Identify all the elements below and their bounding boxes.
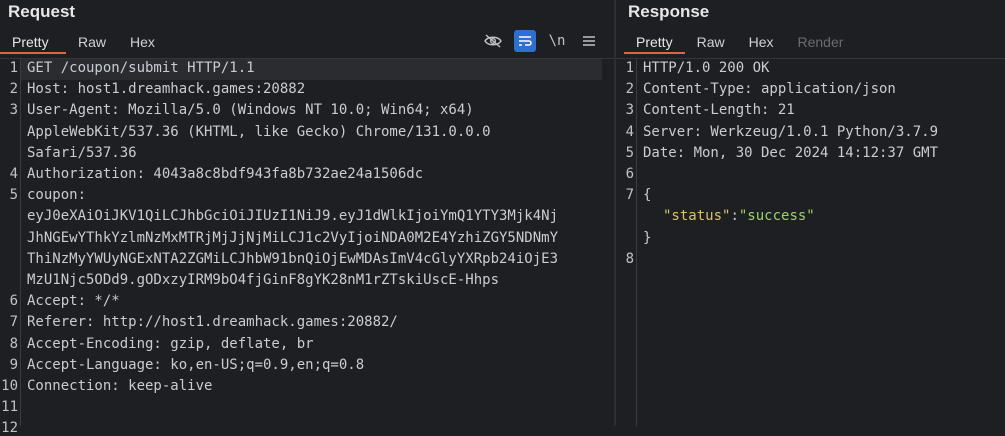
line-number: 6 bbox=[9, 293, 18, 310]
response-tab-hex[interactable]: Hex bbox=[737, 32, 786, 54]
wrap-lines-icon[interactable] bbox=[514, 30, 536, 52]
code-line: ThiNzMyYWUyNGExNTA2ZGMiLCJhbW91bnQiOjEwM… bbox=[27, 250, 559, 267]
code-line: User-Agent: Mozilla/5.0 (Windows NT 10.0… bbox=[27, 102, 474, 119]
request-editor[interactable]: 1 GET /coupon/submit HTTP/1.1 2 Host: host1… bbox=[0, 58, 614, 436]
line-number: 7 bbox=[9, 314, 18, 331]
response-tab-pretty[interactable]: Pretty bbox=[624, 32, 685, 54]
code-line: HTTP/1.0 200 OK bbox=[643, 60, 770, 76]
line-number: 10 bbox=[1, 378, 18, 394]
line-number: 5 bbox=[9, 187, 18, 204]
json-key: "status" bbox=[663, 208, 731, 225]
request-title: Request bbox=[8, 2, 76, 21]
line-number: 12 bbox=[1, 420, 18, 436]
response-tab-raw[interactable]: Raw bbox=[685, 32, 737, 54]
code-line: Content-Length: 21 bbox=[643, 102, 795, 119]
request-toolbar: \n bbox=[482, 30, 600, 52]
code-line: { bbox=[643, 187, 652, 204]
response-title: Response bbox=[628, 2, 710, 21]
line-number: 3 bbox=[9, 102, 18, 119]
code-line: Referer: http://host1.dreamhack.games:20… bbox=[27, 314, 398, 331]
code-line: GET /coupon/submit HTTP/1.1 bbox=[27, 60, 255, 76]
line-number: 1 bbox=[9, 60, 18, 76]
response-pane: Response Pretty Raw Hex Render 1 HTTP/1.0… bbox=[616, 0, 1005, 426]
line-number: 5 bbox=[625, 144, 634, 161]
code-line: Connection: keep-alive bbox=[27, 378, 213, 394]
code-line: JhNGEwYThkYzlmNzMxMTRjMjJjNjMiLCJ1c2VyIj… bbox=[27, 229, 559, 246]
line-number: 11 bbox=[1, 399, 18, 416]
code-line: Server: Werkzeug/1.0.1 Python/3.7.9 bbox=[643, 123, 939, 140]
request-tab-pretty[interactable]: Pretty bbox=[0, 32, 66, 54]
line-number: 4 bbox=[625, 123, 634, 140]
line-number: 7 bbox=[625, 187, 634, 204]
json-separator: : bbox=[730, 208, 739, 225]
response-editor[interactable]: 1 HTTP/1.0 200 OK 2 Content-Type: applicati… bbox=[616, 58, 1005, 426]
line-number: 3 bbox=[625, 102, 634, 119]
code-line: Accept-Encoding: gzip, deflate, br bbox=[27, 335, 314, 352]
menu-icon[interactable] bbox=[578, 30, 600, 52]
code-line: Content-Type: application/json bbox=[643, 81, 896, 98]
code-line: Safari/537.36 bbox=[27, 144, 137, 161]
newline-icon[interactable]: \n bbox=[546, 30, 568, 52]
response-tabs: Pretty Raw Hex Render bbox=[624, 32, 855, 54]
code-line: coupon: bbox=[27, 187, 87, 204]
code-line: "status":"success" bbox=[663, 208, 815, 224]
line-number: 1 bbox=[625, 60, 634, 76]
line-number: 9 bbox=[9, 356, 18, 373]
request-tab-hex[interactable]: Hex bbox=[118, 32, 167, 54]
request-tabs: Pretty Raw Hex bbox=[0, 32, 167, 54]
code-line: Authorization: 4043a8c8bdf943fa8b732ae24… bbox=[27, 166, 424, 182]
code-line: eyJ0eXAiOiJKV1QiLCJhbGciOiJIUzI1NiJ9.eyJ… bbox=[27, 208, 559, 225]
code-line: Host: host1.dreamhack.games:20882 bbox=[27, 81, 306, 98]
line-number: 2 bbox=[9, 81, 18, 98]
line-number: 8 bbox=[9, 335, 18, 352]
json-value: "success" bbox=[738, 208, 815, 225]
eye-slash-icon[interactable] bbox=[482, 30, 504, 52]
request-tab-raw[interactable]: Raw bbox=[66, 32, 118, 54]
response-tab-render: Render bbox=[797, 34, 844, 50]
code-line: Accept: */* bbox=[27, 293, 120, 310]
request-pane: Request Pretty Raw Hex \n 1 GET /coupon/s… bbox=[0, 0, 614, 436]
code-line: Date: Mon, 30 Dec 2024 14:12:37 GMT bbox=[643, 144, 939, 161]
code-line: AppleWebKit/537.36 (KHTML, like Gecko) C… bbox=[27, 123, 491, 140]
line-number: 2 bbox=[625, 81, 634, 98]
code-line: } bbox=[643, 229, 652, 246]
code-line: MzU1Njc5ODd9.gODxzyIRM9bO4fjGinF8gYK28nM… bbox=[27, 272, 500, 288]
line-number: 4 bbox=[9, 166, 18, 182]
line-number: 8 bbox=[625, 250, 634, 267]
code-line: Accept-Language: ko,en-US;q=0.9,en;q=0.8 bbox=[27, 356, 365, 373]
line-number: 6 bbox=[625, 166, 634, 182]
